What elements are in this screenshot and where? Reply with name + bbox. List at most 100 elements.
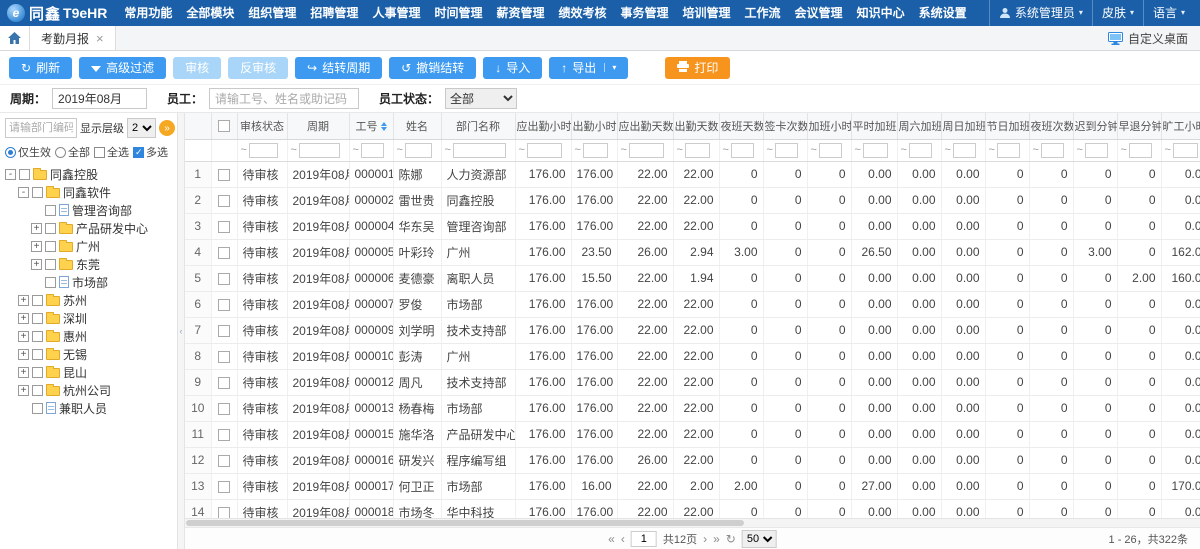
row-checkbox[interactable] — [218, 351, 230, 363]
tree-checkbox[interactable] — [45, 223, 56, 234]
toolbar-button-8[interactable]: ↑导出▾ — [549, 57, 628, 79]
custom-desktop-button[interactable]: 自定义桌面 — [1096, 26, 1200, 50]
menu-item-9[interactable]: 事务管理 — [614, 0, 676, 26]
column-header-11[interactable]: 签卡次数 — [763, 113, 807, 139]
row-checkbox[interactable] — [218, 481, 230, 493]
menu-item-6[interactable]: 时间管理 — [427, 0, 489, 26]
row-checkbox[interactable] — [218, 273, 230, 285]
column-header-2[interactable]: 周期 — [287, 113, 349, 139]
menu-item-12[interactable]: 会议管理 — [788, 0, 850, 26]
column-header-13[interactable]: 平时加班 — [851, 113, 897, 139]
sort-icon[interactable] — [381, 122, 387, 131]
column-header-15[interactable]: 周日加班 — [941, 113, 985, 139]
row-checkbox[interactable] — [218, 195, 230, 207]
row-checkbox[interactable] — [218, 403, 230, 415]
menu-item-4[interactable]: 招聘管理 — [303, 0, 365, 26]
toolbar-button-9[interactable]: 打印 — [665, 57, 730, 79]
row-checkbox[interactable] — [218, 325, 230, 337]
column-filter-input[interactable] — [249, 143, 278, 158]
column-filter-input[interactable] — [361, 143, 384, 158]
tree-item[interactable]: +东莞 — [5, 255, 173, 273]
column-header-3[interactable]: 工号 — [349, 113, 393, 139]
row-checkbox[interactable] — [218, 455, 230, 467]
menu-item-14[interactable]: 系统设置 — [912, 0, 974, 26]
column-header-7[interactable]: 出勤小时 — [571, 113, 617, 139]
row-checkbox[interactable] — [218, 507, 230, 518]
period-input[interactable] — [52, 88, 147, 109]
row-checkbox[interactable] — [218, 429, 230, 441]
column-header-20[interactable]: 旷工小时 — [1161, 113, 1200, 139]
column-header-5[interactable]: 部门名称 — [441, 113, 515, 139]
expand-icon[interactable]: + — [18, 349, 29, 360]
tree-item[interactable]: -同鑫控股 — [5, 165, 173, 183]
reload-icon[interactable]: ↻ — [726, 533, 736, 545]
option-checkbox-4[interactable]: 多选 — [133, 144, 168, 160]
table-row[interactable]: 2待审核2019年08月000002雷世贵同鑫控股176.00176.0022.… — [185, 187, 1200, 213]
tree-item[interactable]: -同鑫软件 — [5, 183, 173, 201]
table-row[interactable]: 12待审核2019年08月000016研发兴程序编写组176.00176.002… — [185, 447, 1200, 473]
tree-checkbox[interactable] — [45, 277, 56, 288]
column-filter-input[interactable] — [583, 143, 608, 158]
column-filter-input[interactable] — [299, 143, 340, 158]
column-filter-input[interactable] — [863, 143, 888, 158]
toolbar-button-5[interactable]: ↪结转周期 — [295, 57, 382, 79]
column-filter-input[interactable] — [819, 143, 842, 158]
column-header-10[interactable]: 夜班天数 — [719, 113, 763, 139]
tree-item[interactable]: 兼职人员 — [5, 399, 173, 417]
tree-item[interactable]: +杭州公司 — [5, 381, 173, 399]
menu-item-13[interactable]: 知识中心 — [850, 0, 912, 26]
tree-checkbox[interactable] — [45, 205, 56, 216]
tree-item[interactable]: +苏州 — [5, 291, 173, 309]
table-row[interactable]: 1待审核2019年08月000001陈娜人力资源部176.00176.0022.… — [185, 161, 1200, 187]
row-checkbox[interactable] — [218, 377, 230, 389]
column-filter-input[interactable] — [453, 143, 506, 158]
row-checkbox[interactable] — [218, 247, 230, 259]
column-filter-input[interactable] — [405, 143, 432, 158]
column-filter-input[interactable] — [1173, 143, 1198, 158]
employee-status-select[interactable]: 全部 — [445, 88, 517, 109]
tree-checkbox[interactable] — [32, 331, 43, 342]
app-logo[interactable]: e 同鑫 T9eHR — [0, 3, 117, 24]
close-icon[interactable]: × — [96, 32, 104, 45]
tree-checkbox[interactable] — [32, 349, 43, 360]
tree-checkbox[interactable] — [32, 313, 43, 324]
column-filter-input[interactable] — [685, 143, 710, 158]
select-all-checkbox[interactable] — [218, 120, 230, 132]
option-radio-2[interactable]: 全部 — [55, 144, 90, 160]
column-header-19[interactable]: 早退分钟 — [1117, 113, 1161, 139]
tree-checkbox[interactable] — [32, 403, 43, 414]
chevron-down-icon[interactable]: ▾ — [604, 63, 616, 72]
expand-icon[interactable]: + — [31, 223, 42, 234]
expand-icon[interactable]: + — [18, 367, 29, 378]
column-header-16[interactable]: 节日加班 — [985, 113, 1029, 139]
column-filter-input[interactable] — [775, 143, 798, 158]
page-size-select[interactable]: 50 — [742, 530, 777, 548]
table-row[interactable]: 5待审核2019年08月000006麦德豪离职人员176.0015.5022.0… — [185, 265, 1200, 291]
home-button[interactable] — [0, 26, 30, 50]
collapse-icon[interactable]: - — [5, 169, 16, 180]
last-page-button[interactable]: » — [713, 533, 720, 545]
tree-item[interactable]: +深圳 — [5, 309, 173, 327]
collapse-icon[interactable]: - — [18, 187, 29, 198]
dept-code-search-input[interactable] — [5, 118, 77, 138]
table-row[interactable]: 10待审核2019年08月000013杨春梅市场部176.00176.0022.… — [185, 395, 1200, 421]
table-row[interactable]: 14待审核2019年08月000018市场冬华中科技176.00176.0022… — [185, 499, 1200, 518]
column-header-9[interactable]: 出勤天数 — [673, 113, 719, 139]
menu-item-5[interactable]: 人事管理 — [365, 0, 427, 26]
tree-item[interactable]: +产品研发中心 — [5, 219, 173, 237]
row-checkbox[interactable] — [218, 221, 230, 233]
column-filter-input[interactable] — [629, 143, 664, 158]
column-header-12[interactable]: 加班小时 — [807, 113, 851, 139]
menu-item-1[interactable]: 常用功能 — [117, 0, 179, 26]
row-checkbox[interactable] — [218, 169, 230, 181]
expand-icon[interactable]: + — [31, 241, 42, 252]
column-header-18[interactable]: 迟到分钟 — [1073, 113, 1117, 139]
tree-item[interactable]: 市场部 — [5, 273, 173, 291]
tree-checkbox[interactable] — [32, 295, 43, 306]
tree-item[interactable]: +昆山 — [5, 363, 173, 381]
menu-item-2[interactable]: 全部模块 — [179, 0, 241, 26]
tree-checkbox[interactable] — [45, 241, 56, 252]
skin-menu[interactable]: 皮肤 ▾ — [1092, 0, 1143, 26]
table-row[interactable]: 13待审核2019年08月000017何卫正市场部176.0016.0022.0… — [185, 473, 1200, 499]
tree-checkbox[interactable] — [32, 385, 43, 396]
